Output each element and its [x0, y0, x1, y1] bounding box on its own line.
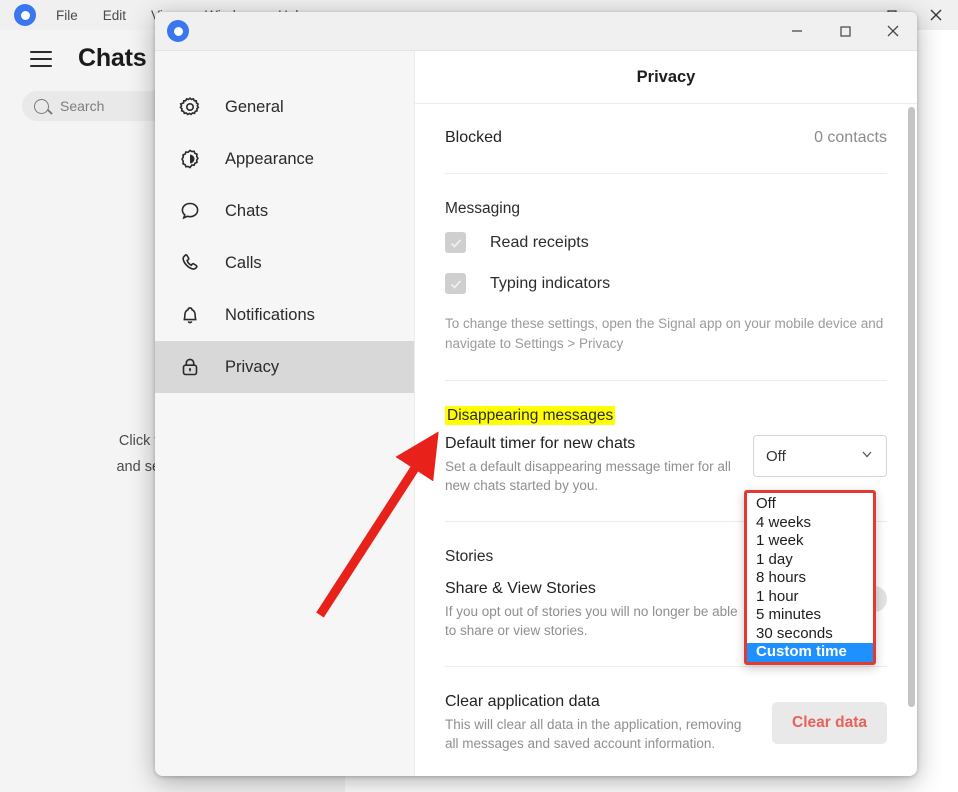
settings-header: Privacy — [415, 51, 917, 104]
signal-logo-icon — [14, 4, 36, 26]
default-timer-select-value: Off — [766, 447, 786, 465]
dropdown-option[interactable]: 5 minutes — [747, 606, 873, 625]
default-timer-text: Default timer for new chats Set a defaul… — [445, 435, 745, 495]
read-receipts-row[interactable]: Read receipts — [445, 232, 887, 253]
read-receipts-checkbox[interactable] — [445, 232, 466, 253]
blocked-value: 0 contacts — [814, 129, 887, 146]
menu-file[interactable]: File — [56, 8, 78, 23]
share-view-stories-text: Share & View Stories If you opt out of s… — [445, 580, 745, 640]
settings-sidebar: General Appearance Chats Calls Notificat… — [155, 51, 415, 776]
page-title: Chats — [78, 44, 147, 72]
sidebar-item-label: Chats — [225, 201, 269, 220]
section-blocked: Blocked 0 contacts — [445, 103, 887, 174]
blocked-row[interactable]: Blocked 0 contacts — [445, 129, 887, 147]
sidebar-item-chats[interactable]: Chats — [155, 185, 414, 237]
dropdown-option[interactable]: 1 day — [747, 551, 873, 570]
settings-content: Blocked 0 contacts Messaging Read receip… — [415, 103, 917, 776]
clear-data-button[interactable]: Clear data — [772, 702, 887, 744]
typing-indicators-row[interactable]: Typing indicators — [445, 273, 887, 294]
bell-icon — [177, 302, 203, 328]
messaging-hint: To change these settings, open the Signa… — [445, 316, 884, 351]
sidebar-item-label: General — [225, 97, 284, 116]
lock-icon — [177, 354, 203, 380]
messaging-title: Messaging — [445, 200, 520, 217]
hamburger-icon[interactable] — [30, 50, 52, 67]
typing-indicators-checkbox[interactable] — [445, 273, 466, 294]
default-timer-desc: Set a default disappearing message timer… — [445, 459, 731, 493]
settings-main-panel: Privacy Blocked 0 contacts Messaging Rea… — [415, 51, 917, 776]
chat-bubble-icon — [177, 198, 203, 224]
disappearing-messages-title: Disappearing messages — [445, 406, 616, 425]
share-view-stories-title: Share & View Stories — [445, 580, 596, 597]
dropdown-option[interactable]: 1 hour — [747, 588, 873, 607]
blocked-label: Blocked — [445, 129, 502, 146]
menu-edit[interactable]: Edit — [103, 8, 126, 23]
search-icon — [34, 98, 49, 114]
default-timer-row: Default timer for new chats Set a defaul… — [445, 435, 887, 495]
dropdown-option[interactable]: Custom time — [747, 643, 873, 662]
maximize-icon[interactable] — [821, 12, 869, 50]
settings-window-controls — [773, 12, 917, 50]
search-placeholder: Search — [60, 98, 105, 114]
sidebar-item-general[interactable]: General — [155, 81, 414, 133]
default-timer-dropdown-list[interactable]: Off 4 weeks 1 week 1 day 8 hours 1 hour 5 minu… — [744, 490, 876, 665]
chevron-down-icon — [860, 447, 874, 466]
minimize-icon[interactable] — [773, 12, 821, 50]
clear-data-title: Clear application data — [445, 693, 600, 710]
phone-icon — [177, 250, 203, 276]
settings-scrollbar-thumb[interactable] — [908, 107, 915, 707]
dropdown-option[interactable]: 4 weeks — [747, 514, 873, 533]
default-timer-title: Default timer for new chats — [445, 435, 636, 452]
clear-data-row: Clear application data This will clear a… — [445, 693, 887, 753]
dropdown-option[interactable]: Off — [747, 495, 873, 514]
close-icon[interactable] — [914, 0, 958, 30]
clear-data-text: Clear application data This will clear a… — [445, 693, 745, 753]
sidebar-item-label: Notifications — [225, 305, 315, 324]
typing-indicators-label: Typing indicators — [490, 274, 611, 292]
sidebar-item-label: Privacy — [225, 357, 280, 376]
sidebar-item-appearance[interactable]: Appearance — [155, 133, 414, 185]
signal-logo-icon — [167, 20, 189, 42]
settings-header-title: Privacy — [636, 67, 696, 86]
default-timer-select[interactable]: Off — [753, 435, 887, 477]
share-view-stories-desc: If you opt out of stories you will no lo… — [445, 604, 738, 638]
section-clear-application-data: Clear application data This will clear a… — [445, 667, 887, 776]
sidebar-item-privacy[interactable]: Privacy — [155, 341, 414, 393]
sidebar-item-calls[interactable]: Calls — [155, 237, 414, 289]
dropdown-option[interactable]: 8 hours — [747, 569, 873, 588]
section-messaging: Messaging Read receipts Typing indicator… — [445, 174, 887, 381]
dropdown-option[interactable]: 1 week — [747, 532, 873, 551]
sidebar-item-notifications[interactable]: Notifications — [155, 289, 414, 341]
clear-data-desc: This will clear all data in the applicat… — [445, 717, 742, 751]
gear-icon — [177, 94, 203, 120]
settings-scrollbar[interactable] — [908, 107, 915, 767]
read-receipts-label: Read receipts — [490, 233, 589, 251]
settings-titlebar — [155, 12, 917, 51]
settings-body: General Appearance Chats Calls Notificat… — [155, 51, 917, 776]
dropdown-option[interactable]: 30 seconds — [747, 625, 873, 644]
close-icon[interactable] — [869, 12, 917, 50]
brightness-icon — [177, 146, 203, 172]
sidebar-item-label: Calls — [225, 253, 262, 272]
sidebar-item-label: Appearance — [225, 149, 314, 168]
